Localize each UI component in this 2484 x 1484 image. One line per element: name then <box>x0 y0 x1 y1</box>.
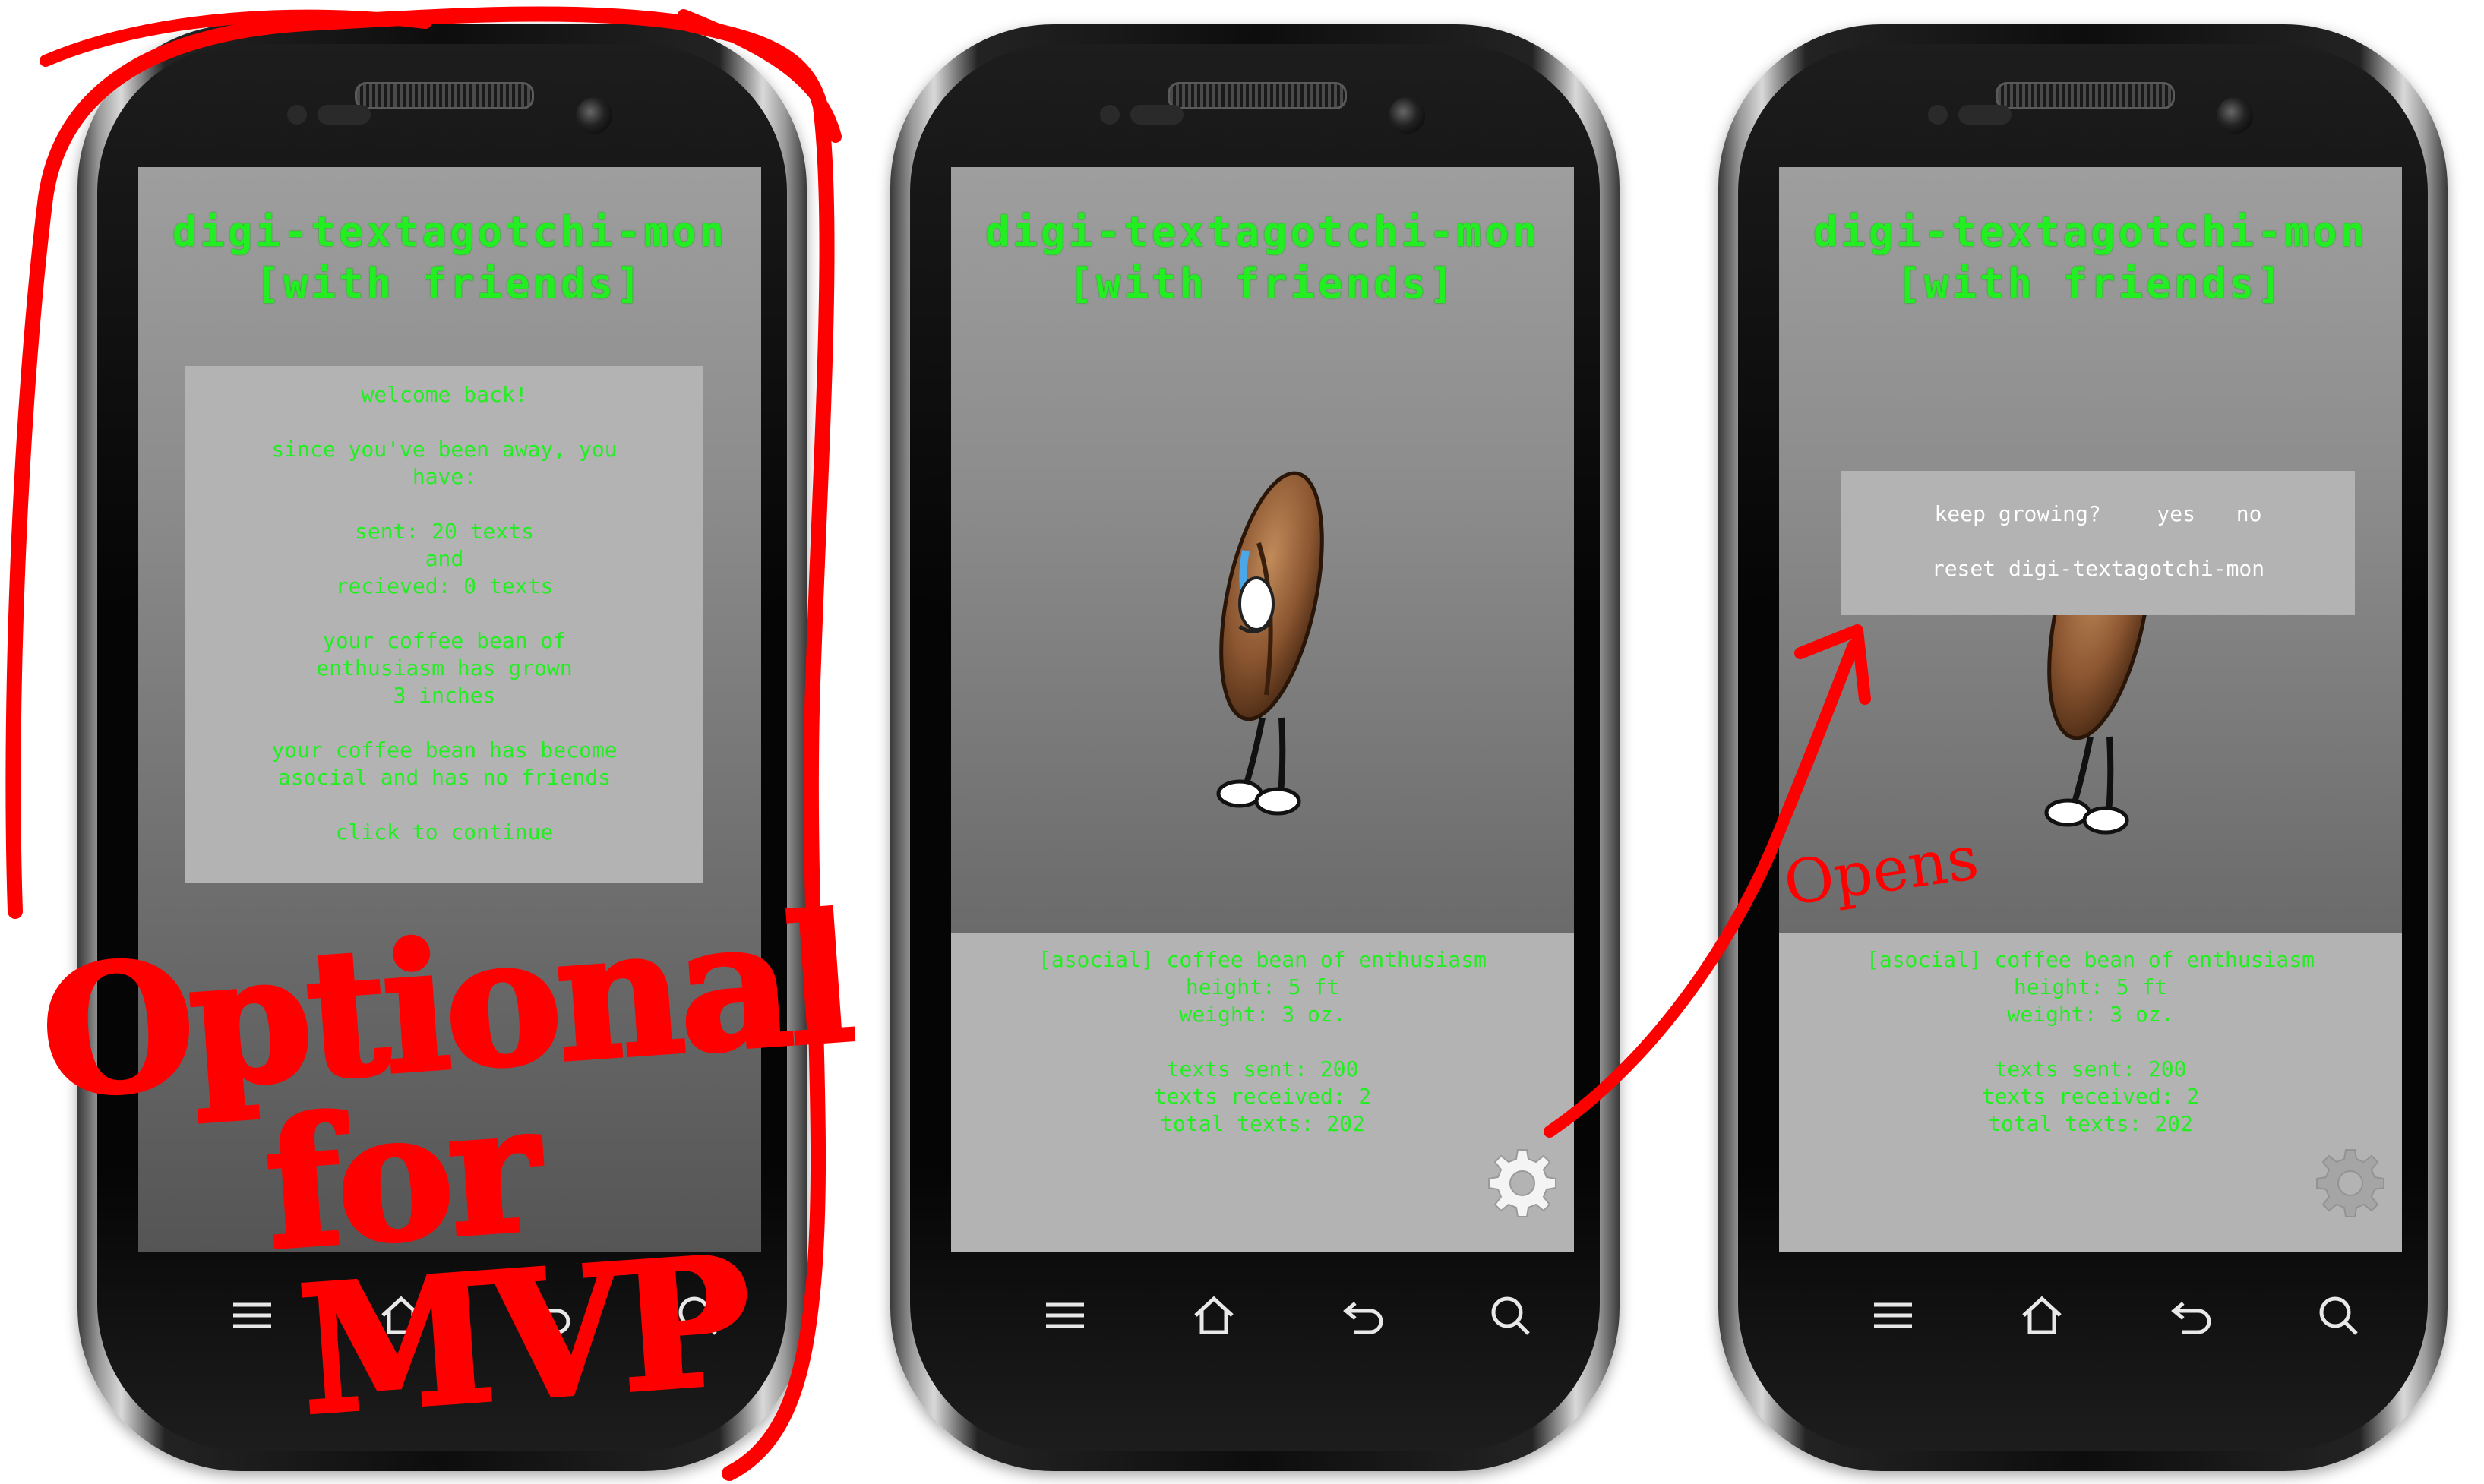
pet-name: [asocial] coffee bean of enthusiasm <box>1038 947 1487 972</box>
sensor <box>1958 105 2012 125</box>
pet-name: [asocial] coffee bean of enthusiasm <box>1866 947 2315 972</box>
front-camera-icon <box>2217 97 2253 134</box>
app-title: digi-textagotchi-mon [with friends] <box>984 208 1541 308</box>
optional-for-mvp-annotation: Optional for MVP <box>33 874 877 1457</box>
sensor <box>318 105 371 125</box>
search-icon[interactable] <box>2315 1293 2361 1338</box>
yes-button[interactable]: yes <box>2157 501 2195 526</box>
pet-height: height: 5 ft <box>1185 974 1340 999</box>
keep-growing-row: keep growing? yes no <box>1841 501 2355 526</box>
gear-icon[interactable] <box>1484 1145 1560 1221</box>
home-icon[interactable] <box>2019 1293 2065 1338</box>
front-camera-icon <box>576 97 612 134</box>
welcome-social-text: your coffee bean has become asocial and … <box>271 737 618 790</box>
no-button[interactable]: no <box>2236 501 2262 526</box>
pet-stats-panel: [asocial] coffee bean of enthusiasm heig… <box>951 933 1574 1252</box>
pet-height: height: 5 ft <box>2013 974 2168 999</box>
back-icon[interactable] <box>2168 1293 2214 1338</box>
keep-growing-label: keep growing? <box>1934 501 2101 526</box>
app-title: digi-textagotchi-mon [with friends] <box>1812 208 2369 308</box>
nav-bar <box>951 1285 1559 1346</box>
sensor <box>287 105 307 125</box>
texts-sent: texts sent: 200 <box>1994 1056 2187 1081</box>
total-texts: total texts: 202 <box>1160 1111 1365 1136</box>
pet-weight: weight: 3 oz. <box>2007 1002 2174 1027</box>
pet-weight: weight: 3 oz. <box>1179 1002 1346 1027</box>
settings-popup: keep growing? yes no reset digi-textagot… <box>1841 471 2355 615</box>
total-texts: total texts: 202 <box>1988 1111 2193 1136</box>
speaker-grille <box>1996 82 2175 109</box>
sensor <box>1130 105 1184 125</box>
screen-settings-popup: digi-textagotchi-mon [with friends] keep… <box>1779 167 2402 1252</box>
screen-pet-status: digi-textagotchi-mon [with friends] [aso… <box>951 167 1574 1252</box>
sensor <box>1100 105 1120 125</box>
coffee-bean-character-icon[interactable] <box>1187 467 1338 832</box>
texts-received: texts received: 2 <box>1153 1084 1372 1109</box>
phone-frame-2: digi-textagotchi-mon [with friends] [aso… <box>890 24 1620 1471</box>
gear-icon[interactable] <box>2312 1145 2388 1221</box>
welcome-texts-summary: sent: 20 texts and recieved: 0 texts <box>335 519 554 598</box>
click-to-continue-link[interactable]: click to continue <box>185 819 703 846</box>
pet-stats-panel: [asocial] coffee bean of enthusiasm heig… <box>1779 933 2402 1252</box>
front-camera-icon <box>1389 97 1425 134</box>
welcome-away-text: since you've been away, you have: <box>271 437 618 489</box>
back-icon[interactable] <box>1340 1293 1386 1338</box>
nav-bar <box>1779 1285 2387 1346</box>
app-title: digi-textagotchi-mon [with friends] <box>172 208 728 308</box>
welcome-heading: welcome back! <box>361 382 528 407</box>
search-icon[interactable] <box>1487 1293 1533 1338</box>
menu-icon[interactable] <box>1042 1293 1088 1338</box>
texts-received: texts received: 2 <box>1981 1084 2200 1109</box>
texts-sent: texts sent: 200 <box>1166 1056 1359 1081</box>
mvp-word: MVP <box>291 1216 755 1456</box>
speaker-grille <box>355 82 534 109</box>
sensor <box>1928 105 1948 125</box>
phone-frame-3: digi-textagotchi-mon [with friends] keep… <box>1718 24 2448 1471</box>
speaker-grille <box>1168 82 1347 109</box>
welcome-back-card[interactable]: welcome back! since you've been away, yo… <box>185 366 703 883</box>
reset-button[interactable]: reset digi-textagotchi-mon <box>1841 556 2355 581</box>
home-icon[interactable] <box>1191 1293 1237 1338</box>
welcome-growth-text: your coffee bean of enthusiasm has grown… <box>316 628 573 708</box>
menu-icon[interactable] <box>1870 1293 1916 1338</box>
